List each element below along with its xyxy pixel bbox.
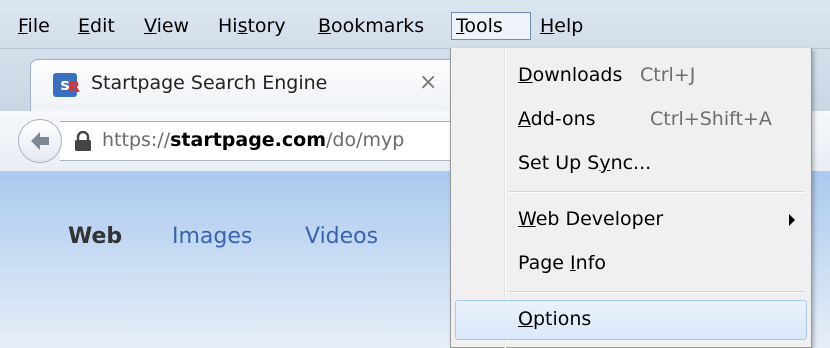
menu-help[interactable]: Help bbox=[536, 12, 587, 40]
menu-tools[interactable]: Tools bbox=[451, 12, 531, 40]
nav-images[interactable]: Images bbox=[172, 224, 252, 249]
nav-videos[interactable]: Videos bbox=[305, 224, 378, 249]
menu-item-downloads[interactable]: Downloads Ctrl+J bbox=[455, 56, 807, 96]
menu-item-page-info[interactable]: Page Info bbox=[455, 244, 807, 284]
menu-item-sync[interactable]: Set Up Sync... bbox=[455, 144, 807, 184]
menu-file[interactable]: File bbox=[14, 12, 54, 40]
menu-bar: File Edit View History Bookmarks Tools H… bbox=[0, 0, 830, 49]
tab-title: Startpage Search Engine bbox=[91, 72, 328, 94]
menu-separator bbox=[509, 291, 805, 293]
menu-edit[interactable]: Edit bbox=[74, 12, 119, 40]
tab-startpage[interactable]: sR Startpage Search Engine × bbox=[30, 59, 462, 112]
shortcut-downloads: Ctrl+J bbox=[640, 64, 696, 86]
tools-menu: Downloads Ctrl+J Add-ons Ctrl+Shift+A Se… bbox=[450, 48, 812, 348]
shortcut-addons: Ctrl+Shift+A bbox=[650, 108, 772, 130]
submenu-arrow-icon bbox=[789, 214, 795, 226]
close-icon[interactable]: × bbox=[419, 70, 437, 95]
menu-separator bbox=[509, 191, 805, 193]
menu-item-web-developer[interactable]: Web Developer bbox=[455, 200, 807, 240]
url-text: https://startpage.com/do/myp bbox=[102, 129, 405, 151]
menu-history[interactable]: History bbox=[214, 12, 290, 40]
back-arrow-icon bbox=[31, 132, 49, 150]
startpage-favicon-icon: sR bbox=[53, 73, 80, 97]
lock-icon bbox=[75, 131, 91, 151]
menu-bookmarks[interactable]: Bookmarks bbox=[314, 12, 428, 40]
menu-view[interactable]: View bbox=[140, 12, 193, 40]
nav-web[interactable]: Web bbox=[68, 224, 122, 249]
menu-item-addons[interactable]: Add-ons Ctrl+Shift+A bbox=[455, 100, 807, 140]
url-bar[interactable]: https://startpage.com/do/myp bbox=[60, 121, 490, 161]
menu-item-options[interactable]: Options bbox=[455, 300, 807, 340]
back-button[interactable] bbox=[18, 119, 62, 163]
